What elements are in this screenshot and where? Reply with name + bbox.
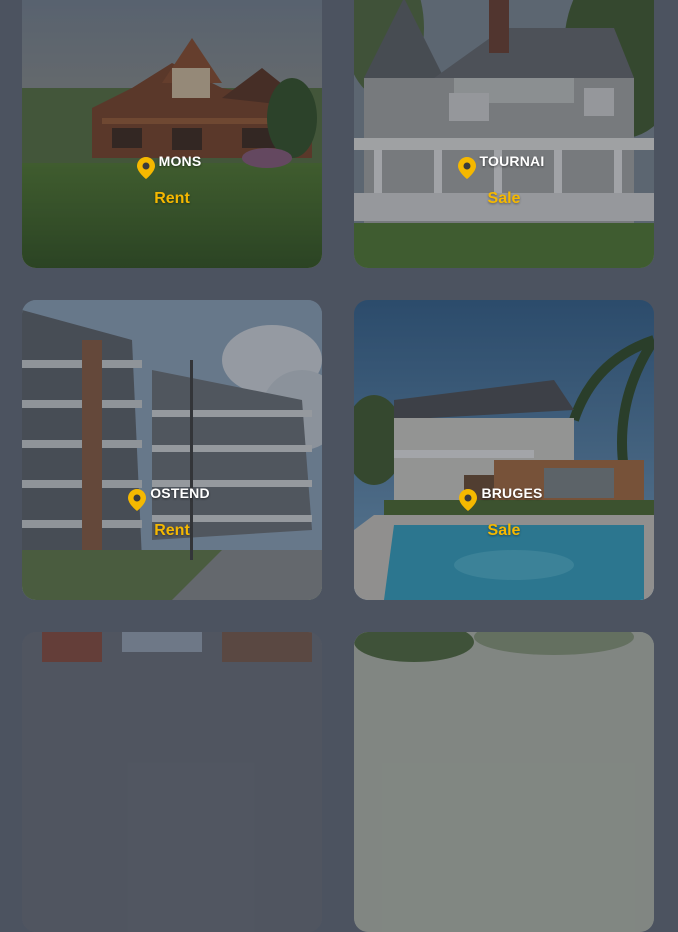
map-pin-icon [457,157,476,179]
listing-label: BRUGES Sale [354,485,654,540]
listing-card-ostend[interactable]: OSTEND Rent [22,300,322,600]
photo-overlay [22,0,322,268]
listings-grid: MONS Rent TOURNAI Sale OSTEND Rent BRUGE… [0,0,678,932]
listing-card-tournai[interactable]: TOURNAI Sale [354,0,654,268]
photo-overlay [22,632,322,932]
listing-city: BRUGES [481,485,543,501]
listing-card-bruges[interactable]: BRUGES Sale [354,300,654,600]
listing-city: OSTEND [150,485,210,501]
listing-label: MONS Rent [22,153,322,208]
map-pin-icon [136,157,155,179]
listing-label: TOURNAI Sale [354,153,654,208]
listing-type: Sale [487,190,521,207]
listing-type: Rent [154,190,190,207]
listing-label: OSTEND Rent [22,485,322,540]
map-pin-icon [459,489,478,511]
listing-city: MONS [158,153,202,169]
listing-type: Sale [487,522,521,539]
listing-type: Rent [154,522,190,539]
photo-overlay [354,632,654,932]
photo-overlay [354,0,654,268]
listing-card-mons[interactable]: MONS Rent [22,0,322,268]
listing-card-partial-right[interactable] [354,632,654,932]
listing-city: TOURNAI [479,153,545,169]
listing-card-partial-left[interactable] [22,632,322,932]
photo-overlay [22,300,322,600]
photo-overlay [354,300,654,600]
map-pin-icon [128,489,147,511]
